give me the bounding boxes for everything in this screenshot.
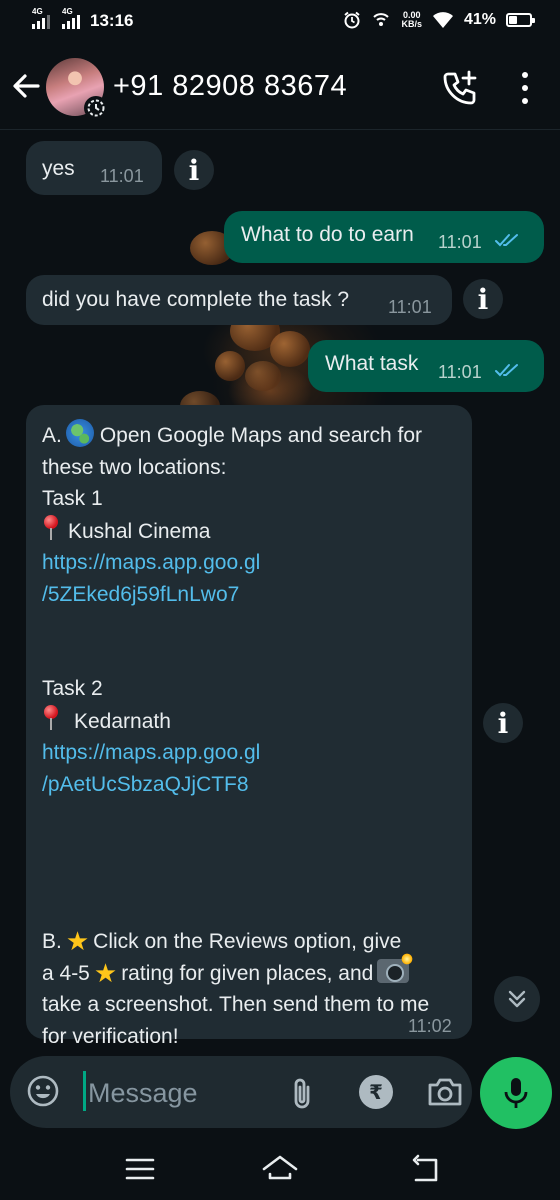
status-clock-icon [84,96,108,120]
system-nav-bar [0,1140,560,1200]
message-text: did you have complete the task ? [42,288,350,311]
message-outgoing[interactable]: What to do to earn 11:01 [224,211,544,263]
home-icon[interactable] [260,1152,300,1184]
scroll-to-bottom-button[interactable] [494,976,540,1022]
mic-icon [504,1078,528,1108]
message-time: 11:02 [408,1016,452,1036]
message-incoming[interactable]: yes 11:01 [26,141,162,195]
alarm-icon [344,11,361,29]
maps-link[interactable]: /5ZEked6j59fLnLwo7 [42,579,454,611]
message-text: yes [42,157,75,180]
system-back-icon[interactable] [410,1154,442,1184]
info-icon[interactable]: i [483,703,523,743]
pin-emoji-icon [42,514,60,541]
message-outgoing[interactable]: What task 11:01 [308,340,544,392]
camera-flash-emoji-icon [377,952,414,983]
double-chevron-down-icon [508,990,526,1008]
camera-icon[interactable] [426,1074,464,1110]
double-check-icon [495,234,518,247]
contact-name[interactable]: +91 82908 83674 [113,70,347,103]
star-emoji-icon: ★ [65,926,90,956]
message-composer: ₹ [10,1056,472,1128]
signal-icon: 4G [32,7,50,29]
emoji-icon[interactable] [26,1074,60,1108]
signal-icon: 4G [62,7,80,29]
message-incoming[interactable]: A. Open Google Maps and search for these … [26,405,472,1048]
chat-header: +91 82908 83674 [0,44,560,130]
kebab-icon[interactable] [510,70,540,106]
maps-link[interactable]: https://maps.app.goo.gl [42,547,454,579]
call-add-icon[interactable] [440,68,480,108]
message-time: 11:01 [388,297,432,317]
wifi-calling-icon [373,13,390,26]
payment-rupee-icon[interactable]: ₹ [359,1075,393,1109]
recent-apps-icon[interactable] [124,1156,156,1182]
info-icon[interactable]: i [174,150,214,190]
message-time: 11:01 [438,232,482,252]
message-time: 11:01 [438,362,482,382]
pin-emoji-icon [42,704,60,731]
mic-button[interactable] [480,1057,552,1129]
maps-link[interactable]: https://maps.app.goo.gl [42,737,454,769]
status-bar: 4G 4G 13:16 0.00 KB/s 41% [0,0,560,44]
chat-area[interactable]: yes 11:01 i What to do to earn 11:01 did… [0,131,560,1055]
battery-percent: 41% [463,11,496,28]
star-emoji-icon: ★ [93,957,118,988]
info-icon[interactable]: i [463,279,503,319]
paperclip-icon[interactable] [282,1073,322,1113]
message-incoming[interactable]: did you have complete the task ? 11:01 [26,275,452,325]
message-input[interactable] [88,1076,278,1110]
text-caret [83,1071,86,1111]
maps-link[interactable]: /pAetUcSbzaQJjCTF8 [42,769,454,801]
globe-emoji-icon [65,419,94,447]
message-text: What to do to earn [241,223,414,246]
message-text: What task [325,352,419,375]
network-speed: 0.00 KB/s [401,10,422,29]
clock: 13:16 [90,11,134,30]
double-check-icon [495,364,518,377]
message-time: 11:01 [100,166,144,186]
avatar[interactable] [46,58,108,120]
battery-icon [506,13,535,27]
wifi-icon [432,12,453,28]
arrow-left-icon[interactable] [8,68,44,104]
